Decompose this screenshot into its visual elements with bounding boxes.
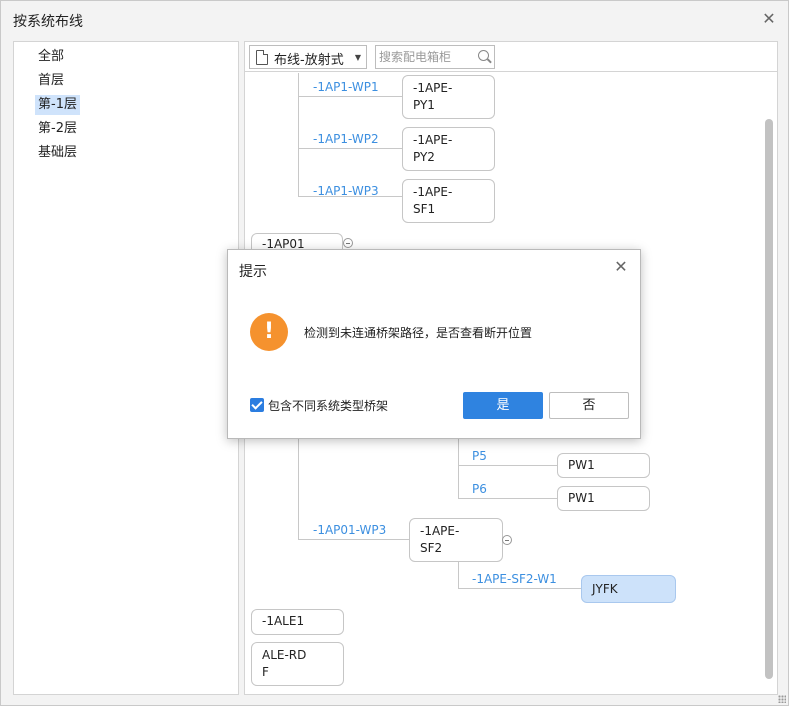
- tree-node-selected[interactable]: JYFK: [581, 575, 676, 603]
- tree-node[interactable]: -1APE- SF2: [409, 518, 503, 562]
- floor-list: 全部 首层 第-1层 第-2层 基础层: [13, 41, 239, 695]
- resize-grip-icon[interactable]: [778, 695, 786, 703]
- search-box: [375, 45, 495, 69]
- link-label[interactable]: -1AP01-WP3: [313, 523, 386, 537]
- tree-node[interactable]: ALE-RD F: [251, 642, 344, 686]
- window-title: 按系统布线: [13, 14, 83, 30]
- warning-icon: !: [250, 313, 288, 351]
- node-line: PY2: [413, 150, 435, 164]
- tree-node[interactable]: PW1: [557, 486, 650, 511]
- node-line: ALE-RD: [262, 648, 307, 662]
- collapse-icon[interactable]: [502, 535, 512, 545]
- node-line: -1APE-: [413, 81, 453, 95]
- tree-node[interactable]: -1APE- PY2: [402, 127, 495, 171]
- tree-line: [298, 539, 409, 540]
- tree-line: [458, 498, 558, 499]
- search-icon[interactable]: [478, 50, 489, 61]
- node-line: SF1: [413, 202, 436, 216]
- tree-line: [458, 561, 459, 588]
- tree-line: [458, 588, 581, 589]
- include-other-systems-checkbox[interactable]: [250, 398, 264, 412]
- collapse-icon[interactable]: [343, 238, 353, 248]
- tree-line: [298, 148, 402, 149]
- node-line: -1APE-: [413, 185, 453, 199]
- link-label[interactable]: -1AP1-WP2: [313, 132, 379, 146]
- floor-item-foundation[interactable]: 基础层: [35, 143, 80, 163]
- floor-item-b2[interactable]: 第-2层: [35, 119, 80, 139]
- tree-line: [298, 73, 299, 196]
- wiring-window: 按系统布线 ✕ 全部 首层 第-1层 第-2层 基础层 布线-放射式 ▼ -1A…: [0, 0, 789, 706]
- prompt-dialog: 提示 ✕ ! 检测到未连通桥架路径，是否查看断开位置 包含不同系统类型桥架 是 …: [227, 249, 641, 439]
- dialog-message: 检测到未连通桥架路径，是否查看断开位置: [304, 326, 533, 340]
- floor-item-ground[interactable]: 首层: [35, 71, 67, 91]
- node-line: SF2: [420, 541, 443, 555]
- node-line: F: [262, 665, 269, 679]
- link-label[interactable]: -1AP1-WP3: [313, 184, 379, 198]
- floor-item-all[interactable]: 全部: [35, 47, 67, 67]
- link-label[interactable]: -1APE-SF2-W1: [472, 572, 557, 586]
- node-line: -1APE-: [413, 133, 453, 147]
- vertical-scrollbar[interactable]: [765, 119, 773, 679]
- link-label[interactable]: P5: [472, 449, 487, 463]
- wiring-mode-select[interactable]: 布线-放射式 ▼: [249, 45, 367, 69]
- tree-line: [458, 465, 558, 466]
- search-input[interactable]: [376, 46, 476, 68]
- tree-node[interactable]: -1APE- PY1: [402, 75, 495, 119]
- tree-line: [298, 437, 299, 540]
- no-button[interactable]: 否: [549, 392, 629, 419]
- dialog-title: 提示: [239, 264, 267, 280]
- link-label[interactable]: -1AP1-WP1: [313, 80, 379, 94]
- yes-button[interactable]: 是: [463, 392, 543, 419]
- chevron-down-icon: ▼: [354, 53, 361, 62]
- checkbox-label[interactable]: 包含不同系统类型桥架: [268, 397, 388, 414]
- close-icon[interactable]: ✕: [760, 10, 778, 28]
- tree-line: [298, 96, 402, 97]
- floor-item-b1[interactable]: 第-1层: [35, 95, 80, 115]
- node-line: PY1: [413, 98, 435, 112]
- wiring-mode-value: 布线-放射式: [274, 53, 344, 68]
- link-label[interactable]: P6: [472, 482, 487, 496]
- close-icon[interactable]: ✕: [612, 258, 630, 276]
- tree-node[interactable]: -1ALE1: [251, 609, 344, 635]
- node-line: -1APE-: [420, 524, 460, 538]
- toolbar: 布线-放射式 ▼: [245, 42, 777, 72]
- tree-node[interactable]: PW1: [557, 453, 650, 478]
- document-icon: [256, 50, 268, 65]
- tree-line: [458, 437, 459, 499]
- tree-node[interactable]: -1APE- SF1: [402, 179, 495, 223]
